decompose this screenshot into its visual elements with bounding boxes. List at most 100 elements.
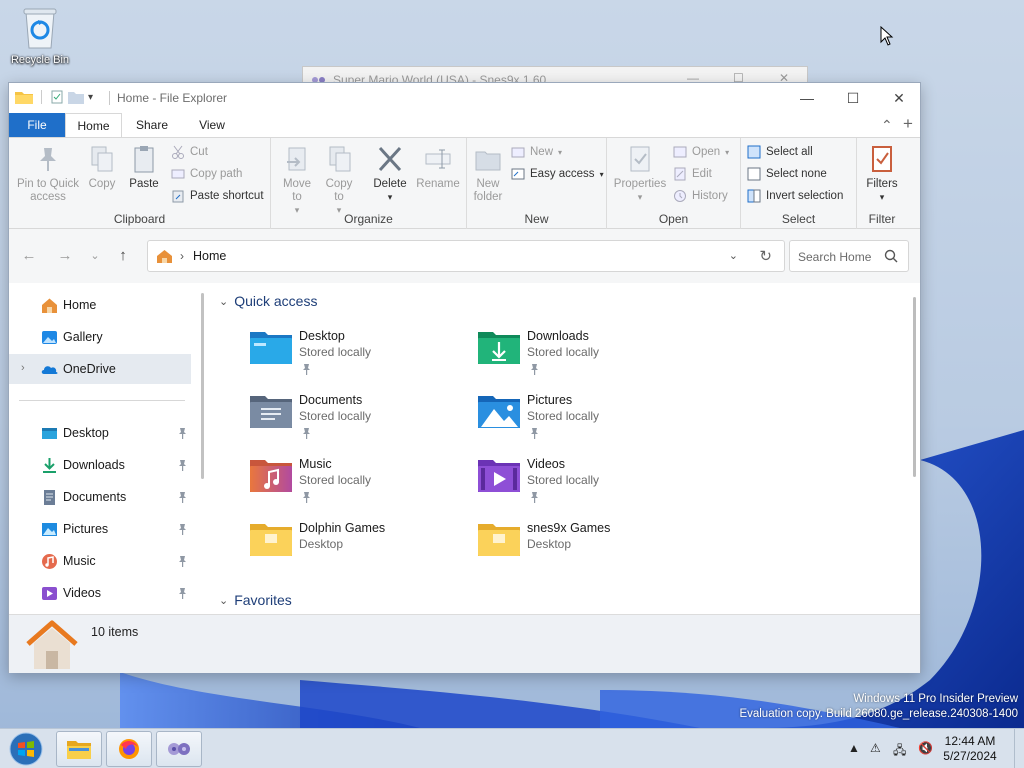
cut-button[interactable]: Cut xyxy=(171,142,208,162)
sidebar-item-videos[interactable]: Videos xyxy=(9,578,191,608)
address-bar[interactable]: › Home ⌄ ↻ xyxy=(147,240,785,272)
toolbar-divider xyxy=(41,90,42,104)
start-button[interactable] xyxy=(6,731,46,767)
sidebar-item-onedrive[interactable]: › OneDrive xyxy=(9,354,191,384)
pin-icon[interactable] xyxy=(177,459,188,471)
folder-tile-dolphin-games[interactable]: Dolphin Games Desktop xyxy=(249,519,469,577)
tab-home[interactable]: Home xyxy=(65,113,122,137)
tab-file[interactable]: File xyxy=(9,113,65,137)
search-input[interactable]: Search Home xyxy=(798,250,871,264)
properties-button[interactable]: Properties ▾ xyxy=(611,144,669,204)
taskbar-file-explorer[interactable] xyxy=(56,731,102,767)
show-hidden-icons-icon[interactable]: ▲ xyxy=(848,741,860,755)
tab-share[interactable]: Share xyxy=(129,113,175,137)
clipboard-group: Pin to Quick access Copy Paste Cut Copy … xyxy=(9,138,271,229)
folder-tile-desktop[interactable]: Desktop Stored locally xyxy=(249,327,469,385)
minimize-button[interactable]: — xyxy=(784,83,830,113)
open-button[interactable]: Open ▾ xyxy=(673,142,729,162)
new-folder-icon[interactable] xyxy=(68,90,84,104)
filters-button[interactable]: Filters ▾ xyxy=(861,144,903,204)
network-icon[interactable]: 🖧 xyxy=(893,741,906,762)
pin-icon[interactable] xyxy=(177,427,188,439)
sidebar-item-pictures[interactable]: Pictures xyxy=(9,514,191,544)
help-plus-icon[interactable]: + xyxy=(903,114,913,134)
pin-icon[interactable] xyxy=(177,587,188,599)
volume-muted-icon[interactable]: 🔇 xyxy=(918,741,933,755)
maximize-button[interactable]: ☐ xyxy=(830,83,876,113)
quick-access-section[interactable]: ⌄ Quick access xyxy=(219,293,317,309)
close-button[interactable]: ✕ xyxy=(876,83,922,113)
music-folder-icon xyxy=(249,455,293,495)
address-history-icon[interactable]: ⌄ xyxy=(729,249,738,262)
favorites-section[interactable]: ⌄ Favorites xyxy=(219,592,292,608)
properties-icon[interactable] xyxy=(50,90,64,104)
recent-locations-icon[interactable]: ⌄ xyxy=(85,249,105,262)
folder-tile-music[interactable]: Music Stored locally xyxy=(249,455,469,513)
folder-location: Stored locally xyxy=(299,473,372,487)
folder-tile-snes9x-games[interactable]: snes9x Games Desktop xyxy=(477,519,697,577)
new-item-button[interactable]: New ▾ xyxy=(511,142,562,162)
easy-access-button[interactable]: Easy access ▾ xyxy=(511,164,604,184)
edit-button[interactable]: Edit xyxy=(673,164,712,184)
pin-to-quick-access-button[interactable]: Pin to Quick access xyxy=(15,144,81,204)
invert-selection-button[interactable]: Invert selection xyxy=(747,186,843,206)
tab-view[interactable]: View xyxy=(189,113,235,137)
copy-label: Copy xyxy=(88,178,116,190)
taskbar-firefox[interactable] xyxy=(106,731,152,767)
sidebar-item-documents[interactable]: Documents xyxy=(9,482,191,512)
content-scrollbar[interactable] xyxy=(913,297,916,477)
sidebar-item-music[interactable]: Music xyxy=(9,546,191,576)
sidebar-item-desktop[interactable]: Desktop xyxy=(9,418,191,448)
recycle-bin[interactable]: Recycle Bin xyxy=(6,6,74,66)
forward-arrow-icon[interactable]: → xyxy=(55,247,75,264)
sidebar-item-gallery[interactable]: Gallery xyxy=(9,322,191,352)
sidebar-item-downloads[interactable]: Downloads xyxy=(9,450,191,480)
organize-group: Move to ▾ Copy to ▾ Delete ▾ Rename Organiz… xyxy=(271,138,467,229)
system-clock[interactable]: 12:44 AM 5/27/2024 xyxy=(940,734,1000,764)
pin-icon[interactable] xyxy=(177,523,188,535)
copy-path-icon xyxy=(171,167,185,181)
up-arrow-icon[interactable]: ↑ xyxy=(113,247,133,264)
folder-tile-documents[interactable]: Documents Stored locally xyxy=(249,391,469,449)
close-icon: ✕ xyxy=(893,89,905,106)
paste-button[interactable]: Paste xyxy=(127,144,161,191)
snes9x-icon xyxy=(168,743,190,755)
pin-icon[interactable] xyxy=(177,491,188,503)
folder-tile-downloads[interactable]: Downloads Stored locally xyxy=(477,327,697,385)
pin-icon[interactable] xyxy=(177,555,188,567)
breadcrumb[interactable]: Home xyxy=(193,249,226,263)
chevron-right-icon[interactable]: › xyxy=(21,362,25,374)
ribbon-tabs: File Home Share View ⌃ + xyxy=(9,113,920,137)
paste-shortcut-button[interactable]: Paste shortcut xyxy=(171,186,264,206)
pin-icon xyxy=(529,427,538,439)
refresh-icon[interactable]: ↻ xyxy=(759,247,772,265)
move-to-button[interactable]: Move to ▾ xyxy=(279,144,315,217)
copy-path-button[interactable]: Copy path xyxy=(171,164,242,184)
invert-selection-label: Invert selection xyxy=(766,190,844,202)
collapse-ribbon-icon[interactable]: ⌃ xyxy=(881,117,893,134)
filter-group: Filters ▾ Filter xyxy=(857,138,907,229)
folder-tile-pictures[interactable]: Pictures Stored locally xyxy=(477,391,697,449)
customize-toolbar-icon[interactable]: ▾ xyxy=(88,92,93,103)
properties-label: Properties xyxy=(613,178,667,190)
filters-label: Filters xyxy=(866,178,898,190)
show-desktop-button[interactable] xyxy=(1014,729,1024,768)
select-none-button[interactable]: Select none xyxy=(747,164,827,184)
folder-tile-videos[interactable]: Videos Stored locally xyxy=(477,455,697,513)
nav-pane-scrollbar[interactable] xyxy=(201,293,204,479)
security-icon[interactable]: ⚠ xyxy=(870,741,881,755)
folder-name: Desktop xyxy=(299,329,345,343)
taskbar-snes9x[interactable] xyxy=(156,731,202,767)
rename-button[interactable]: Rename xyxy=(415,144,461,191)
copy-button[interactable]: Copy xyxy=(85,144,119,191)
select-all-button[interactable]: Select all xyxy=(747,142,813,162)
history-button[interactable]: History xyxy=(673,186,728,206)
new-folder-button[interactable]: New folder xyxy=(471,144,505,204)
sidebar-item-home[interactable]: Home xyxy=(9,290,191,320)
pin-to-quick-access-label: Pin to Quick access xyxy=(17,178,79,203)
filters-icon xyxy=(868,144,896,174)
copy-to-button[interactable]: Copy to ▾ xyxy=(321,144,357,217)
delete-button[interactable]: Delete ▾ xyxy=(371,144,409,204)
search-box[interactable]: Search Home xyxy=(789,240,909,272)
back-arrow-icon[interactable]: ← xyxy=(19,247,39,264)
